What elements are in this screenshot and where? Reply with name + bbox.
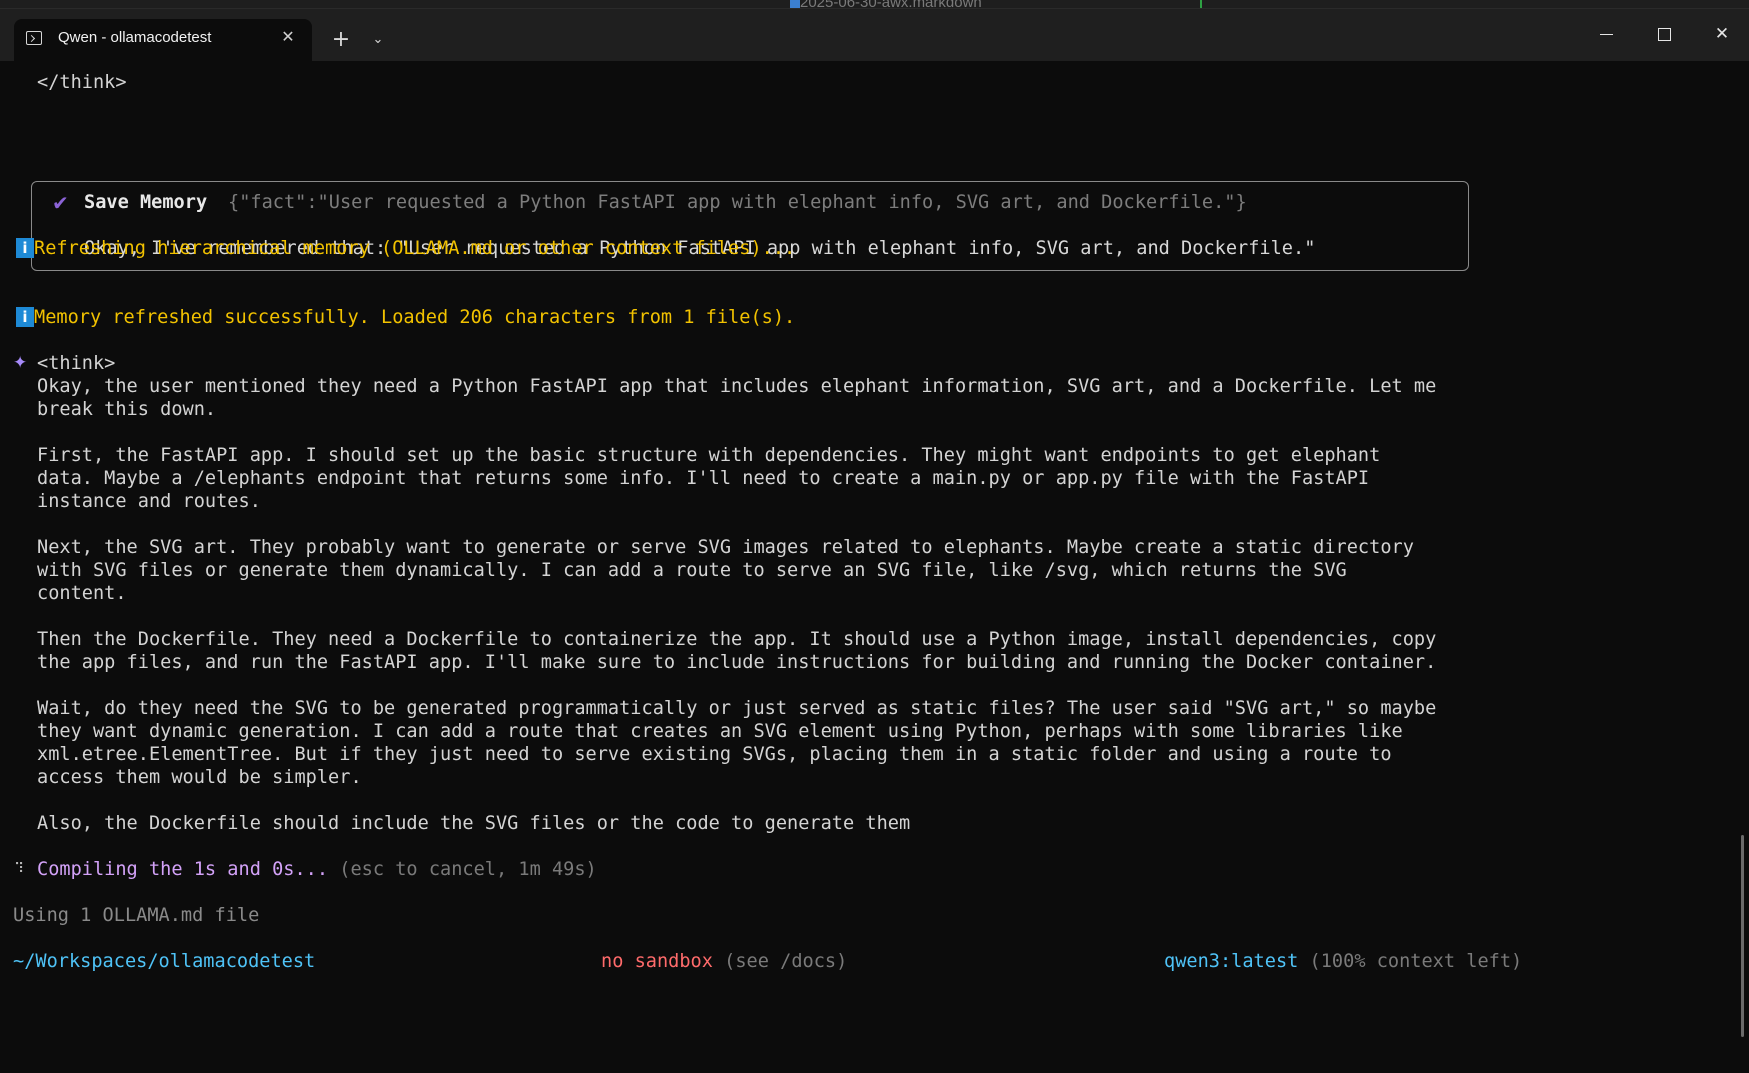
scrollbar[interactable] bbox=[1741, 835, 1744, 1037]
minimize-icon bbox=[1599, 33, 1613, 35]
thought-line: xml.etree.ElementTree. But if they just … bbox=[37, 744, 1392, 765]
spinner-icon: ⠹ bbox=[14, 861, 25, 877]
status-line: Compiling the 1s and 0s... (esc to cance… bbox=[37, 858, 597, 881]
sandbox-status: no sandbox bbox=[601, 951, 713, 972]
footer-path: ~/Workspaces/ollamacodetest bbox=[13, 951, 316, 972]
terminal-output[interactable]: </think> ✔ Save Memory {"fact":"User req… bbox=[0, 61, 1749, 1057]
context-left: (100% context left) bbox=[1309, 951, 1523, 972]
maximize-icon bbox=[1657, 27, 1671, 41]
footer-sandbox: no sandbox (see /docs) bbox=[601, 950, 847, 973]
sparkle-icon: ✦ bbox=[13, 353, 28, 373]
thought-line: Next, the SVG art. They probably want to… bbox=[37, 537, 1414, 558]
chevron-down-icon[interactable]: ⌄ bbox=[366, 25, 390, 55]
status-message: Compiling the 1s and 0s... bbox=[37, 859, 329, 880]
terminal-icon bbox=[26, 31, 42, 45]
think-open-tag: <think> bbox=[37, 353, 116, 374]
file-icon bbox=[790, 0, 800, 8]
info-message: i Memory refreshed successfully. Loaded 2… bbox=[16, 306, 795, 329]
thought-line: access them would be simpler. bbox=[37, 767, 362, 788]
thought-line: data. Maybe a /elephants endpoint that r… bbox=[37, 468, 1370, 489]
info-icon: i bbox=[16, 238, 34, 258]
context-note: Using 1 OLLAMA.md file bbox=[13, 905, 260, 926]
checkmark-icon: ✔ bbox=[52, 191, 69, 215]
tab-close-icon[interactable]: ✕ bbox=[276, 25, 300, 49]
info-text: Refreshing hierarchical memory (OLLAMA.m… bbox=[34, 238, 796, 259]
thought-line: they want dynamic generation. I can add … bbox=[37, 721, 1403, 742]
sandbox-hint: (see /docs) bbox=[724, 951, 848, 972]
maximize-button[interactable] bbox=[1636, 17, 1692, 51]
thought-line: content. bbox=[37, 583, 127, 604]
info-icon: i bbox=[16, 307, 34, 327]
thought-line: Wait, do they need the SVG to be generat… bbox=[37, 698, 1437, 719]
new-tab-button[interactable]: + bbox=[326, 25, 356, 55]
terminal-window: Qwen - ollamacodetest ✕ + ⌄ ✕ </think> ✔… bbox=[0, 8, 1749, 1057]
tool-args: {"fact":"User requested a Python FastAPI… bbox=[228, 192, 1247, 213]
thought-line: First, the FastAPI app. I should set up … bbox=[37, 445, 1381, 466]
title-bar[interactable]: Qwen - ollamacodetest ✕ + ⌄ ✕ bbox=[0, 9, 1749, 61]
tab-title: Qwen - ollamacodetest bbox=[58, 29, 212, 46]
thought-line: with SVG files or generate them dynamica… bbox=[37, 560, 1347, 581]
info-message: i Refreshing hierarchical memory (OLLAMA.… bbox=[16, 237, 795, 260]
thought-line: break this down. bbox=[37, 399, 217, 420]
think-close-tag: </think> bbox=[37, 72, 127, 93]
info-text: Memory refreshed successfully. Loaded 20… bbox=[34, 307, 796, 328]
footer-model: qwen3:latest (100% context left) bbox=[1164, 950, 1522, 973]
thought-line: Then the Dockerfile. They need a Dockerf… bbox=[37, 629, 1437, 650]
status-hint: (esc to cancel, 1m 49s) bbox=[339, 859, 597, 880]
thought-line: the app files, and run the FastAPI app. … bbox=[37, 652, 1437, 673]
thought-line: instance and routes. bbox=[37, 491, 261, 512]
model-name: qwen3:latest bbox=[1164, 951, 1299, 972]
thought-line: Okay, the user mentioned they need a Pyt… bbox=[37, 376, 1437, 397]
thought-line: Also, the Dockerfile should include the … bbox=[37, 813, 911, 834]
minimize-button[interactable] bbox=[1578, 17, 1634, 51]
tab-qwen[interactable]: Qwen - ollamacodetest ✕ bbox=[14, 19, 312, 61]
tool-name: Save Memory bbox=[84, 192, 208, 213]
close-button[interactable]: ✕ bbox=[1694, 17, 1749, 51]
